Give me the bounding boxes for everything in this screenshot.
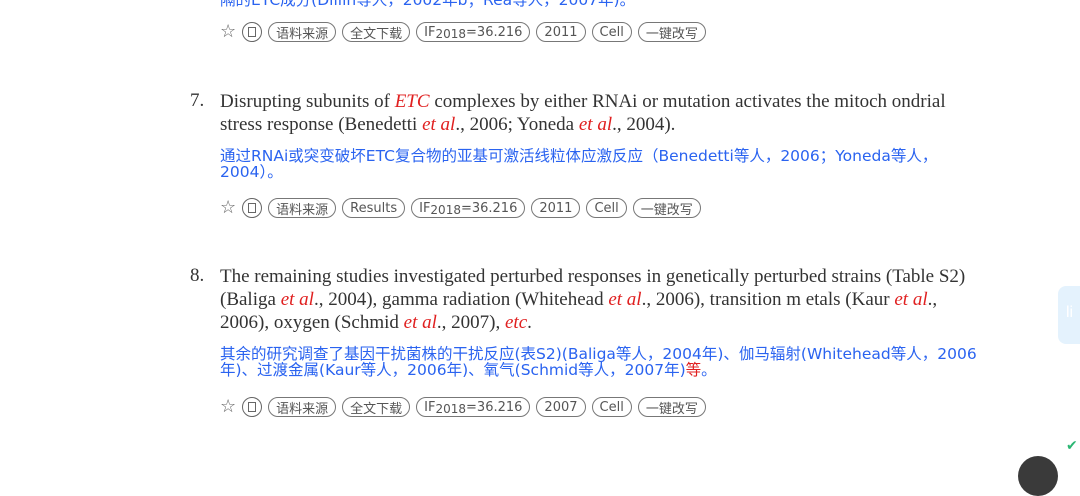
year-badge[interactable]: 2011: [536, 22, 586, 42]
side-floating-tab[interactable]: li: [1058, 286, 1080, 344]
english-sentence: The remaining studies investigated pertu…: [220, 266, 966, 333]
translation-text: 通过RNAi或突变破坏ETC复合物的亚基可激活线粒体应激反应（Benedetti…: [220, 147, 938, 181]
rewrite-button[interactable]: 一键改写: [637, 22, 706, 42]
star-outline-icon[interactable]: ☆: [220, 23, 236, 41]
results-section-badge[interactable]: Results: [342, 198, 406, 218]
fulltext-download-button[interactable]: 全文下载: [342, 22, 411, 42]
journal-badge[interactable]: Cell: [591, 397, 632, 417]
corpus-source-button[interactable]: 语料来源: [268, 22, 337, 42]
rewrite-button[interactable]: 一键改写: [637, 397, 706, 417]
translation-text: 隔的ETC成分(Dillin等人，2002年b；Rea等人，2007年)。: [220, 0, 636, 9]
corpus-source-button[interactable]: 语料来源: [268, 198, 337, 218]
year-badge[interactable]: 2011: [531, 198, 581, 218]
copy-icon[interactable]: [242, 198, 263, 218]
impact-factor-badge[interactable]: IF 2018 =36.216: [416, 22, 531, 42]
translation-text: 其余的研究调查了基因干扰菌株的干扰反应(表S2)(Baliga等人，2004年)…: [220, 345, 977, 379]
star-outline-icon[interactable]: ☆: [220, 199, 236, 217]
fulltext-download-button[interactable]: 全文下载: [342, 397, 411, 417]
rewrite-button[interactable]: 一键改写: [632, 198, 701, 218]
english-sentence: Disrupting subunits of ETC complexes by …: [220, 91, 946, 135]
journal-badge[interactable]: Cell: [591, 22, 632, 42]
floating-action-button[interactable]: [1018, 456, 1058, 496]
copy-icon[interactable]: [242, 22, 263, 42]
journal-badge[interactable]: Cell: [586, 198, 627, 218]
side-tab-label: li: [1066, 304, 1074, 321]
check-icon: ✔: [1066, 438, 1078, 454]
star-outline-icon[interactable]: ☆: [220, 398, 236, 416]
corpus-source-button[interactable]: 语料来源: [268, 397, 337, 417]
entry-toolbar: ☆ 语料来源 全文下载 IF 2018 =36.216 2007 Cell 一键改写: [220, 396, 712, 418]
impact-factor-badge[interactable]: IF 2018 =36.216: [416, 397, 531, 417]
copy-icon[interactable]: [242, 397, 263, 417]
entry-number: 7.: [190, 90, 205, 111]
year-badge[interactable]: 2007: [536, 397, 586, 417]
entry-number: 8.: [190, 265, 205, 286]
impact-factor-badge[interactable]: IF 2018 =36.216: [411, 198, 526, 218]
entry-toolbar: ☆ 语料来源 Results IF 2018 =36.216 2011 Cell 一…: [220, 197, 707, 219]
entry-toolbar: ☆ 语料来源 全文下载 IF 2018 =36.216 2011 Cell 一键改写: [220, 21, 712, 43]
